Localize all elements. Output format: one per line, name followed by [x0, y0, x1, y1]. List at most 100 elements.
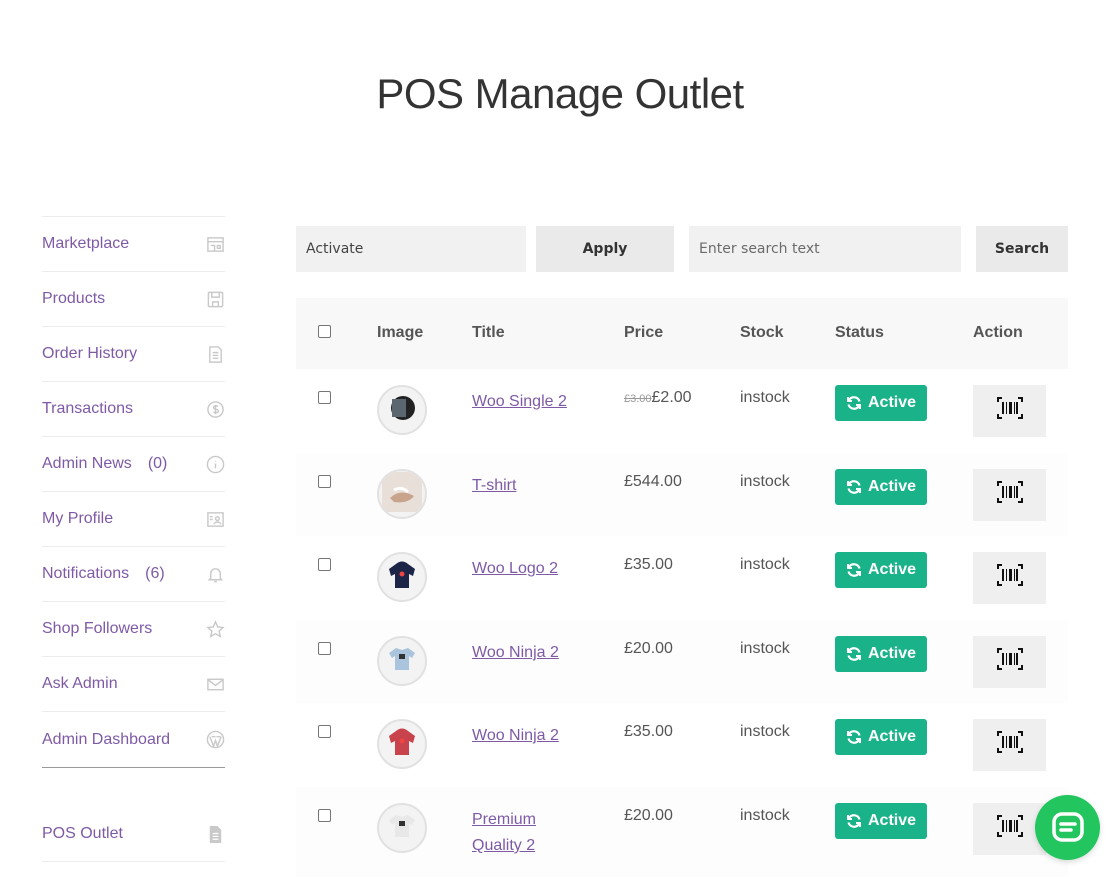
product-price: £35.00: [624, 556, 673, 574]
product-title: Woo Ninja 2: [472, 640, 582, 666]
product-price: £35.00: [624, 723, 673, 741]
profile-card-icon: [205, 509, 225, 529]
product-thumbnail: [377, 552, 427, 602]
product-thumbnail: [377, 469, 427, 519]
select-all-checkbox[interactable]: [318, 325, 331, 338]
product-title-link[interactable]: Woo Single 2: [472, 393, 567, 410]
sidebar-item-label-wrap: Products: [42, 290, 105, 308]
barcode-icon: [996, 648, 1023, 670]
header-status: Status: [835, 324, 884, 341]
barcode-icon: [996, 481, 1023, 503]
row-checkbox[interactable]: [318, 475, 331, 488]
barcode-icon: [996, 731, 1023, 753]
save-icon: [205, 289, 225, 309]
product-stock: instock: [740, 389, 790, 406]
product-title-link[interactable]: Woo Ninja 2: [472, 644, 559, 661]
wordpress-icon: [205, 730, 225, 750]
barcode-button[interactable]: [973, 636, 1046, 688]
sidebar-item-label-wrap: Order History: [42, 345, 137, 363]
sidebar-item-label-wrap: Ask Admin: [42, 675, 118, 693]
sidebar-item-label: My Profile: [42, 510, 114, 527]
chat-widget-button[interactable]: [1035, 795, 1100, 860]
sidebar-item-label: Products: [42, 290, 106, 307]
sidebar-item-products[interactable]: Products: [42, 272, 225, 327]
apply-button[interactable]: Apply: [536, 226, 674, 272]
table-row: Woo Logo 2 £35.00 instock Active: [296, 536, 1068, 620]
product-stock: instock: [740, 640, 790, 657]
sidebar-item-my-profile[interactable]: My Profile: [42, 492, 225, 547]
current-price: £2.00: [651, 389, 692, 406]
row-checkbox[interactable]: [318, 725, 331, 738]
sidebar-item-ask-admin[interactable]: Ask Admin: [42, 657, 225, 712]
sidebar-item-shop-followers[interactable]: Shop Followers: [42, 602, 225, 657]
status-active-button[interactable]: Active: [835, 469, 927, 505]
product-title-link[interactable]: T-shirt: [472, 477, 516, 494]
product-price: £544.00: [624, 473, 682, 491]
bulk-action-select[interactable]: Activate: [296, 226, 526, 272]
table-row: T-shirt £544.00 instock Active: [296, 453, 1068, 536]
table-row: Woo Single 2 £3.00£2.00 instock Active: [296, 369, 1068, 453]
current-price: £544.00: [624, 473, 682, 490]
product-title: Premium Quality 2: [472, 807, 582, 859]
page-title: POS Manage Outlet: [376, 70, 744, 117]
product-title: Woo Ninja 2: [472, 723, 582, 749]
barcode-button[interactable]: [973, 552, 1046, 604]
barcode-button[interactable]: [973, 719, 1046, 771]
product-price: £20.00: [624, 807, 673, 825]
sidebar-item-label: Admin News: [42, 455, 132, 472]
old-price: £3.00: [624, 393, 652, 405]
header-title: Title: [472, 324, 505, 341]
status-label: Active: [867, 728, 917, 745]
sidebar-item-admin-dashboard[interactable]: Admin Dashboard: [42, 712, 225, 767]
sidebar-item-transactions[interactable]: Transactions: [42, 382, 225, 437]
product-stock: instock: [740, 807, 790, 824]
current-price: £20.00: [624, 640, 673, 657]
sidebar-item-label-wrap: My Profile: [42, 510, 113, 528]
row-checkbox[interactable]: [318, 809, 331, 822]
barcode-button[interactable]: [973, 469, 1046, 521]
sidebar-item-admin-news[interactable]: Admin News (0): [42, 437, 225, 492]
header-action: Action: [973, 324, 1023, 341]
status-active-button[interactable]: Active: [835, 719, 927, 755]
row-checkbox[interactable]: [318, 391, 331, 404]
table-header: Image Title Price Stock Status Action: [296, 298, 1068, 369]
refresh-icon: [846, 647, 861, 661]
sidebar-item-marketplace[interactable]: Marketplace: [42, 217, 225, 272]
products-table: Image Title Price Stock Status Action Wo…: [296, 298, 1068, 877]
row-checkbox[interactable]: [318, 642, 331, 655]
product-title-link[interactable]: Quality 2: [472, 837, 535, 854]
status-active-button[interactable]: Active: [835, 385, 927, 421]
product-thumbnail: [377, 385, 427, 435]
status-active-button[interactable]: Active: [835, 803, 927, 839]
hoodie-icon: [385, 558, 419, 597]
product-title-link[interactable]: Premium: [472, 811, 536, 828]
barcode-button[interactable]: [973, 385, 1046, 437]
current-price: £35.00: [624, 556, 673, 573]
status-label: Active: [867, 645, 917, 662]
sidebar-item-label: Notifications: [42, 565, 130, 582]
status-active-button[interactable]: Active: [835, 636, 927, 672]
sidebar-item-pos-outlet[interactable]: POS Outlet: [42, 807, 225, 862]
info-icon: [205, 454, 225, 474]
sidebar-menu: Marketplace Products Order History Transact…: [42, 216, 225, 768]
table-row: Premium Quality 2 £20.00 instock Active: [296, 787, 1068, 877]
sidebar-item-order-history[interactable]: Order History: [42, 327, 225, 382]
tshirt-icon: [385, 642, 419, 681]
barcode-icon: [996, 564, 1023, 586]
sidebar-item-notifications[interactable]: Notifications (6): [42, 547, 225, 602]
product-title-link[interactable]: Woo Ninja 2: [472, 727, 559, 744]
search-input[interactable]: [689, 226, 961, 272]
sidebar-item-label: Admin Dashboard: [42, 730, 171, 748]
sidebar-item-count: (6): [145, 565, 165, 582]
status-label: Active: [867, 561, 917, 578]
status-active-button[interactable]: Active: [835, 552, 927, 588]
row-checkbox[interactable]: [318, 558, 331, 571]
store-icon: [205, 234, 225, 254]
current-price: £20.00: [624, 807, 673, 824]
product-title-link[interactable]: Woo Logo 2: [472, 560, 558, 577]
sidebar-item-label: Ask Admin: [42, 675, 118, 692]
refresh-icon: [846, 480, 861, 494]
search-button[interactable]: Search: [976, 226, 1068, 272]
header-image: Image: [377, 324, 424, 341]
status-label: Active: [867, 394, 917, 411]
